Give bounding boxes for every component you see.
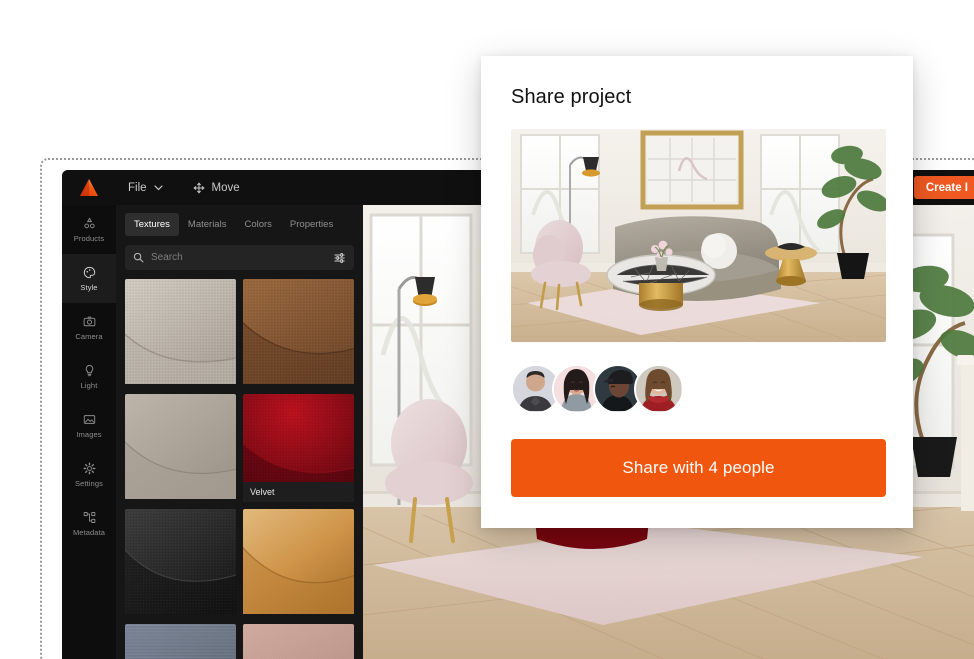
sidebar: Products Style Camera Light Images Setti… [62,205,116,659]
texture-grid: Velvet [125,279,354,659]
sidebar-item-label: Settings [75,478,103,488]
triangle-logo-icon [80,178,98,196]
screen-root: File Move Create I Products Style Camera… [0,0,974,659]
sliders-icon[interactable] [334,252,346,264]
palette-icon [83,266,95,278]
bulb-icon [85,364,93,376]
tab-colors[interactable]: Colors [235,213,280,236]
gear-icon [83,462,95,474]
search-icon [133,252,144,263]
file-menu-label: File [128,181,147,194]
sidebar-item-metadata[interactable]: Metadata [62,499,116,548]
tab-properties[interactable]: Properties [281,213,342,236]
texture-thumbnail [125,624,236,659]
texture-swatch[interactable] [243,624,354,659]
chevron-down-icon [153,184,163,190]
sidebar-item-label: Images [76,429,102,439]
sidebar-item-products[interactable]: Products [62,205,116,254]
texture-swatch[interactable] [125,394,236,502]
texture-swatch-velvet[interactable]: Velvet [243,394,354,502]
share-project-dialog: Share project Share with 4 people [481,56,913,528]
file-menu[interactable]: File [126,182,165,194]
preview-render [511,129,886,342]
texture-thumbnail [243,279,354,385]
camera-icon [83,316,95,326]
style-panel: Textures Materials Colors Properties Sea… [116,205,363,659]
move-icon [193,182,204,193]
panel-tabs: Textures Materials Colors Properties [125,213,354,236]
texture-swatch[interactable] [125,279,236,387]
products-icon [83,216,95,228]
app-logo[interactable] [62,178,116,198]
texture-swatch-label: Velvet [243,482,354,502]
shared-people-avatars [511,364,883,416]
sidebar-item-style[interactable]: Style [62,254,116,303]
sidebar-item-label: Metadata [72,527,106,537]
avatar[interactable] [634,364,684,414]
texture-swatch[interactable] [243,279,354,387]
move-tool-button[interactable]: Move [191,182,242,194]
texture-swatch[interactable] [125,624,236,659]
texture-thumbnail [243,509,354,615]
sidebar-item-camera[interactable]: Camera [62,303,116,352]
project-preview-image [511,129,886,342]
share-with-people-button[interactable]: Share with 4 people [511,439,886,497]
create-image-button[interactable]: Create I [913,176,974,199]
search-bar[interactable] [125,245,354,270]
texture-swatch[interactable] [125,509,236,617]
sidebar-item-label: Camera [75,331,103,341]
search-input[interactable] [151,252,327,263]
avatar-image [636,366,681,411]
sidebar-item-light[interactable]: Light [62,352,116,401]
sidebar-item-label: Products [73,233,105,243]
dialog-title: Share project [511,86,632,108]
sidebar-item-settings[interactable]: Settings [62,450,116,499]
image-icon [83,414,95,424]
move-tool-label: Move [211,181,240,194]
sidebar-item-label: Style [80,282,98,292]
texture-thumbnail [125,394,236,500]
sidebar-item-images[interactable]: Images [62,401,116,450]
texture-thumbnail [243,624,354,659]
tab-textures[interactable]: Textures [125,213,179,236]
texture-thumbnail [125,279,236,385]
texture-thumbnail [125,509,236,615]
sidebar-item-label: Light [80,380,98,390]
node-tree-icon [83,511,95,523]
tab-materials[interactable]: Materials [179,213,236,236]
texture-swatch[interactable] [243,509,354,617]
